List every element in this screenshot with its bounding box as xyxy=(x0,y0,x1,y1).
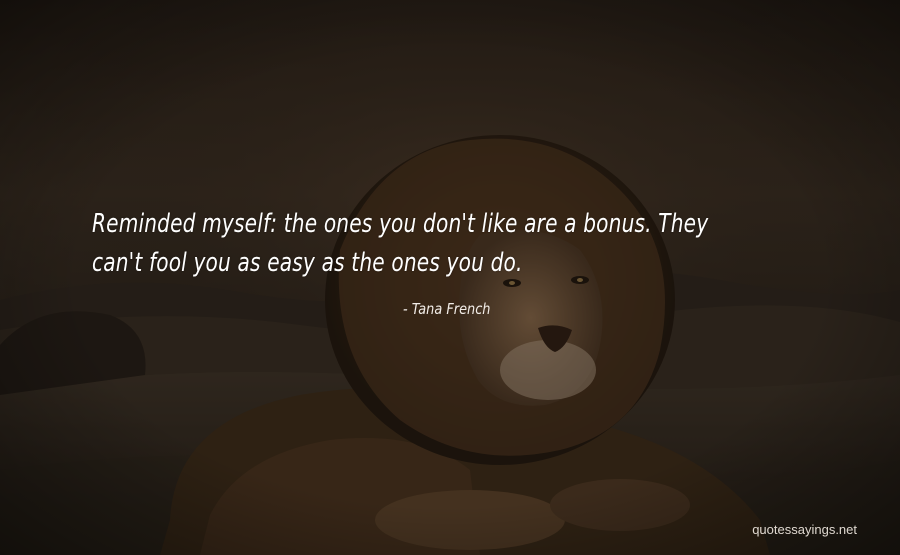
quote-text-line-2: can't fool you as easy as the ones you d… xyxy=(92,248,523,278)
quote-card: Reminded myself: the ones you don't like… xyxy=(0,0,900,555)
quote-block: Reminded myself: the ones you don't like… xyxy=(0,0,900,555)
site-watermark: quotessayings.net xyxy=(752,522,857,537)
quote-author: - Tana French xyxy=(403,300,491,318)
quote-text-line-1: Reminded myself: the ones you don't like… xyxy=(92,209,709,239)
